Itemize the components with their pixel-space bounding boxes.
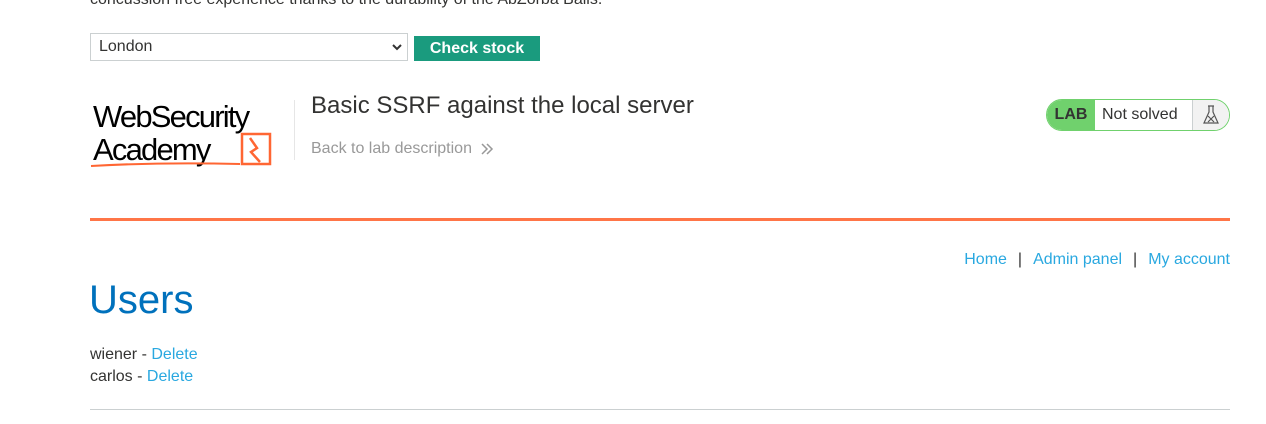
lab-status-text: Not solved	[1102, 106, 1178, 123]
logo-text-line2: Academy	[93, 132, 212, 167]
lab-status-widget: LAB Not solved	[1046, 99, 1230, 131]
delete-user-link[interactable]: Delete	[151, 346, 197, 363]
user-separator: -	[137, 346, 152, 363]
user-name: wiener	[90, 346, 138, 363]
chevron-down-icon	[392, 44, 402, 51]
footer-rule	[90, 409, 1230, 410]
page-title: Users	[89, 278, 194, 322]
lab-title: Basic SSRF against the local server	[311, 92, 694, 119]
delete-user-link[interactable]: Delete	[147, 368, 193, 385]
top-nav: Home | Admin panel | My account	[964, 251, 1230, 269]
logo-icon: WebSecurity Academy	[90, 99, 272, 167]
store-select[interactable]: London	[90, 33, 408, 61]
logo-text-line1: WebSecurity	[93, 99, 251, 134]
list-item: carlos - Delete	[90, 366, 198, 388]
nav-my-account-link[interactable]: My account	[1148, 251, 1230, 269]
user-separator: -	[132, 368, 147, 385]
nav-separator: |	[1133, 251, 1138, 268]
lab-badge: LAB	[1047, 100, 1095, 130]
user-name: carlos	[90, 368, 133, 385]
list-item: wiener - Delete	[90, 344, 198, 366]
store-select-value: London	[99, 38, 153, 55]
flask-icon	[1192, 100, 1229, 130]
nav-home-link[interactable]: Home	[964, 251, 1007, 269]
double-chevron-right-icon	[481, 143, 494, 155]
web-security-academy-logo[interactable]: WebSecurity Academy	[90, 96, 295, 171]
product-description: concussion free experience thanks to the…	[90, 0, 602, 9]
header-rule	[90, 218, 1230, 221]
back-link-label: Back to lab description	[311, 140, 472, 157]
stock-check-form: London Check stock	[90, 33, 540, 61]
user-list: wiener - Delete carlos - Delete	[90, 344, 198, 388]
nav-admin-panel-link[interactable]: Admin panel	[1033, 251, 1122, 269]
check-stock-button[interactable]: Check stock	[414, 36, 540, 61]
nav-separator: |	[1017, 251, 1023, 268]
header-divider	[294, 100, 295, 160]
back-to-lab-link[interactable]: Back to lab description	[311, 140, 494, 158]
